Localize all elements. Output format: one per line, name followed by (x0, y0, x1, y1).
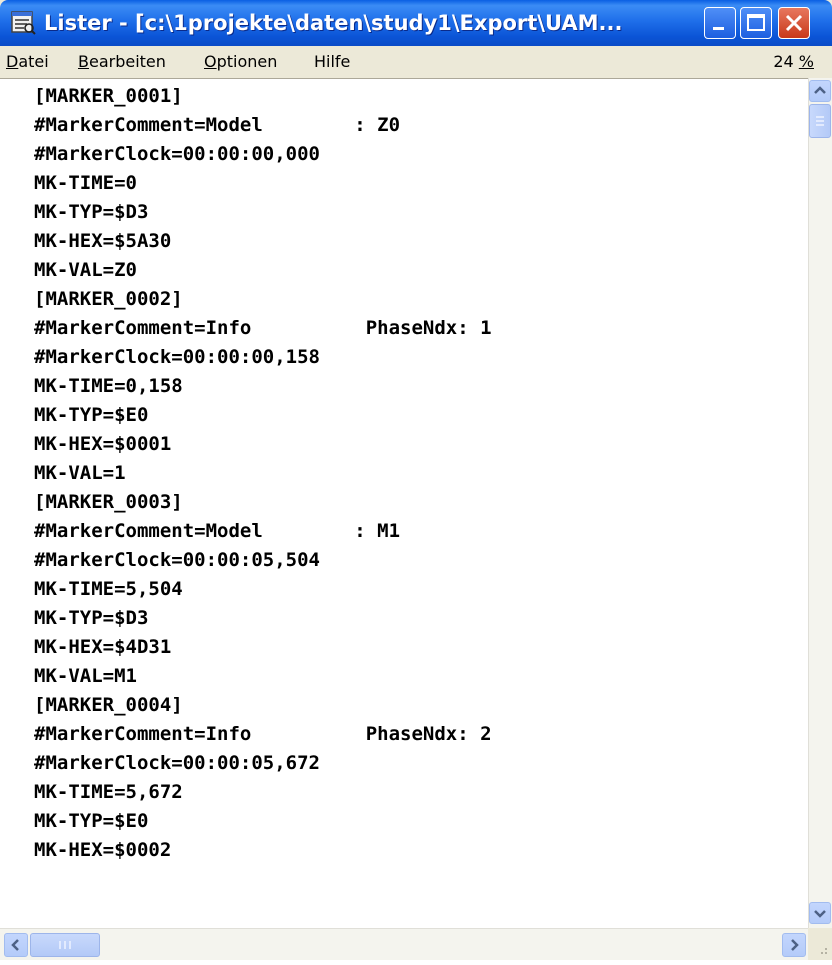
text-line: MK-HEX=$5A30 (34, 230, 172, 252)
menu-optionen[interactable]: Optionen (204, 52, 277, 72)
vertical-scroll-thumb[interactable] (809, 104, 831, 138)
menu-bearbeiten-accel: B (78, 52, 89, 71)
zoom-unit: % (798, 52, 814, 71)
text-line: [MARKER_0003] (34, 491, 183, 513)
minimize-icon (713, 27, 724, 30)
text-line: MK-VAL=1 (34, 462, 126, 484)
vertical-scrollbar[interactable] (808, 78, 832, 928)
scroll-right-button[interactable] (782, 933, 806, 957)
maximize-button[interactable] (740, 7, 772, 39)
text-line: MK-TYP=$D3 (34, 201, 149, 223)
text-line: MK-TIME=5,672 (34, 781, 183, 803)
text-line: #MarkerComment=Info PhaseNdx: 2 (34, 723, 492, 745)
menu-bar: Datei Bearbeiten Optionen Hilfe 24 % (0, 46, 832, 78)
menu-datei-accel: D (6, 52, 19, 71)
resize-grip-icon (821, 948, 827, 954)
close-button[interactable] (778, 7, 810, 39)
scroll-up-button[interactable] (809, 80, 831, 102)
text-line: MK-HEX=$4D31 (34, 636, 172, 658)
text-line: #MarkerComment=Model : Z0 (34, 114, 401, 136)
text-line: #MarkerClock=00:00:00,000 (34, 143, 320, 165)
file-content-area[interactable]: [MARKER_0001] #MarkerComment=Model : Z0 #M… (0, 78, 808, 928)
text-line: #MarkerComment=Info PhaseNdx: 1 (34, 317, 492, 339)
text-line: #MarkerClock=00:00:05,504 (34, 549, 320, 571)
thumb-grip-icon (816, 116, 824, 126)
text-line: #MarkerComment=Model : M1 (34, 520, 401, 542)
zoom-value: 24 (773, 52, 794, 71)
text-line: #MarkerClock=00:00:00,158 (34, 346, 320, 368)
text-line: [MARKER_0002] (34, 288, 183, 310)
text-line: MK-TYP=$E0 (34, 404, 149, 426)
text-line: MK-TIME=0,158 (34, 375, 183, 397)
text-line: MK-TYP=$D3 (34, 607, 149, 629)
scroll-down-button[interactable] (809, 902, 831, 924)
text-line: [MARKER_0001] (34, 85, 183, 107)
menu-datei[interactable]: Datei (6, 52, 49, 72)
text-line: MK-TYP=$E0 (34, 810, 149, 832)
text-line: [MARKER_0004] (34, 694, 183, 716)
text-line: MK-HEX=$0001 (34, 433, 172, 455)
menu-optionen-label: ptionen (216, 52, 278, 71)
lister-window: Lister - [c:\1projekte\daten\study1\Expo… (0, 0, 832, 960)
text-line: MK-HEX=$0002 (34, 839, 172, 861)
horizontal-scroll-thumb[interactable] (30, 933, 100, 957)
horizontal-scrollbar[interactable] (0, 928, 808, 960)
arrow-right-icon (791, 939, 799, 951)
text-line: MK-VAL=Z0 (34, 259, 137, 281)
arrow-down-icon (814, 910, 826, 918)
minimize-button[interactable] (704, 7, 736, 39)
scroll-left-button[interactable] (4, 933, 28, 957)
menu-bearbeiten[interactable]: Bearbeiten (78, 52, 166, 72)
arrow-left-icon (11, 939, 19, 951)
menu-datei-label: atei (18, 52, 49, 71)
zoom-percentage[interactable]: 24 % (773, 52, 814, 72)
lister-app-icon[interactable] (10, 9, 36, 35)
window-title: Lister - [c:\1projekte\daten\study1\Expo… (44, 11, 623, 35)
menu-hilfe[interactable]: Hilfe (314, 52, 350, 72)
menu-bearbeiten-label: earbeiten (88, 52, 166, 71)
title-bar[interactable]: Lister - [c:\1projekte\daten\study1\Expo… (0, 0, 832, 46)
menu-optionen-accel: O (204, 52, 217, 71)
text-line: MK-TIME=5,504 (34, 578, 183, 600)
text-line: MK-VAL=M1 (34, 665, 137, 687)
close-icon (785, 14, 803, 32)
resize-grip[interactable] (808, 928, 832, 960)
thumb-grip-icon (59, 941, 71, 949)
text-line: #MarkerClock=00:00:05,672 (34, 752, 320, 774)
maximize-icon (747, 14, 765, 31)
arrow-up-icon (814, 86, 826, 94)
text-line: MK-TIME=0 (34, 172, 137, 194)
